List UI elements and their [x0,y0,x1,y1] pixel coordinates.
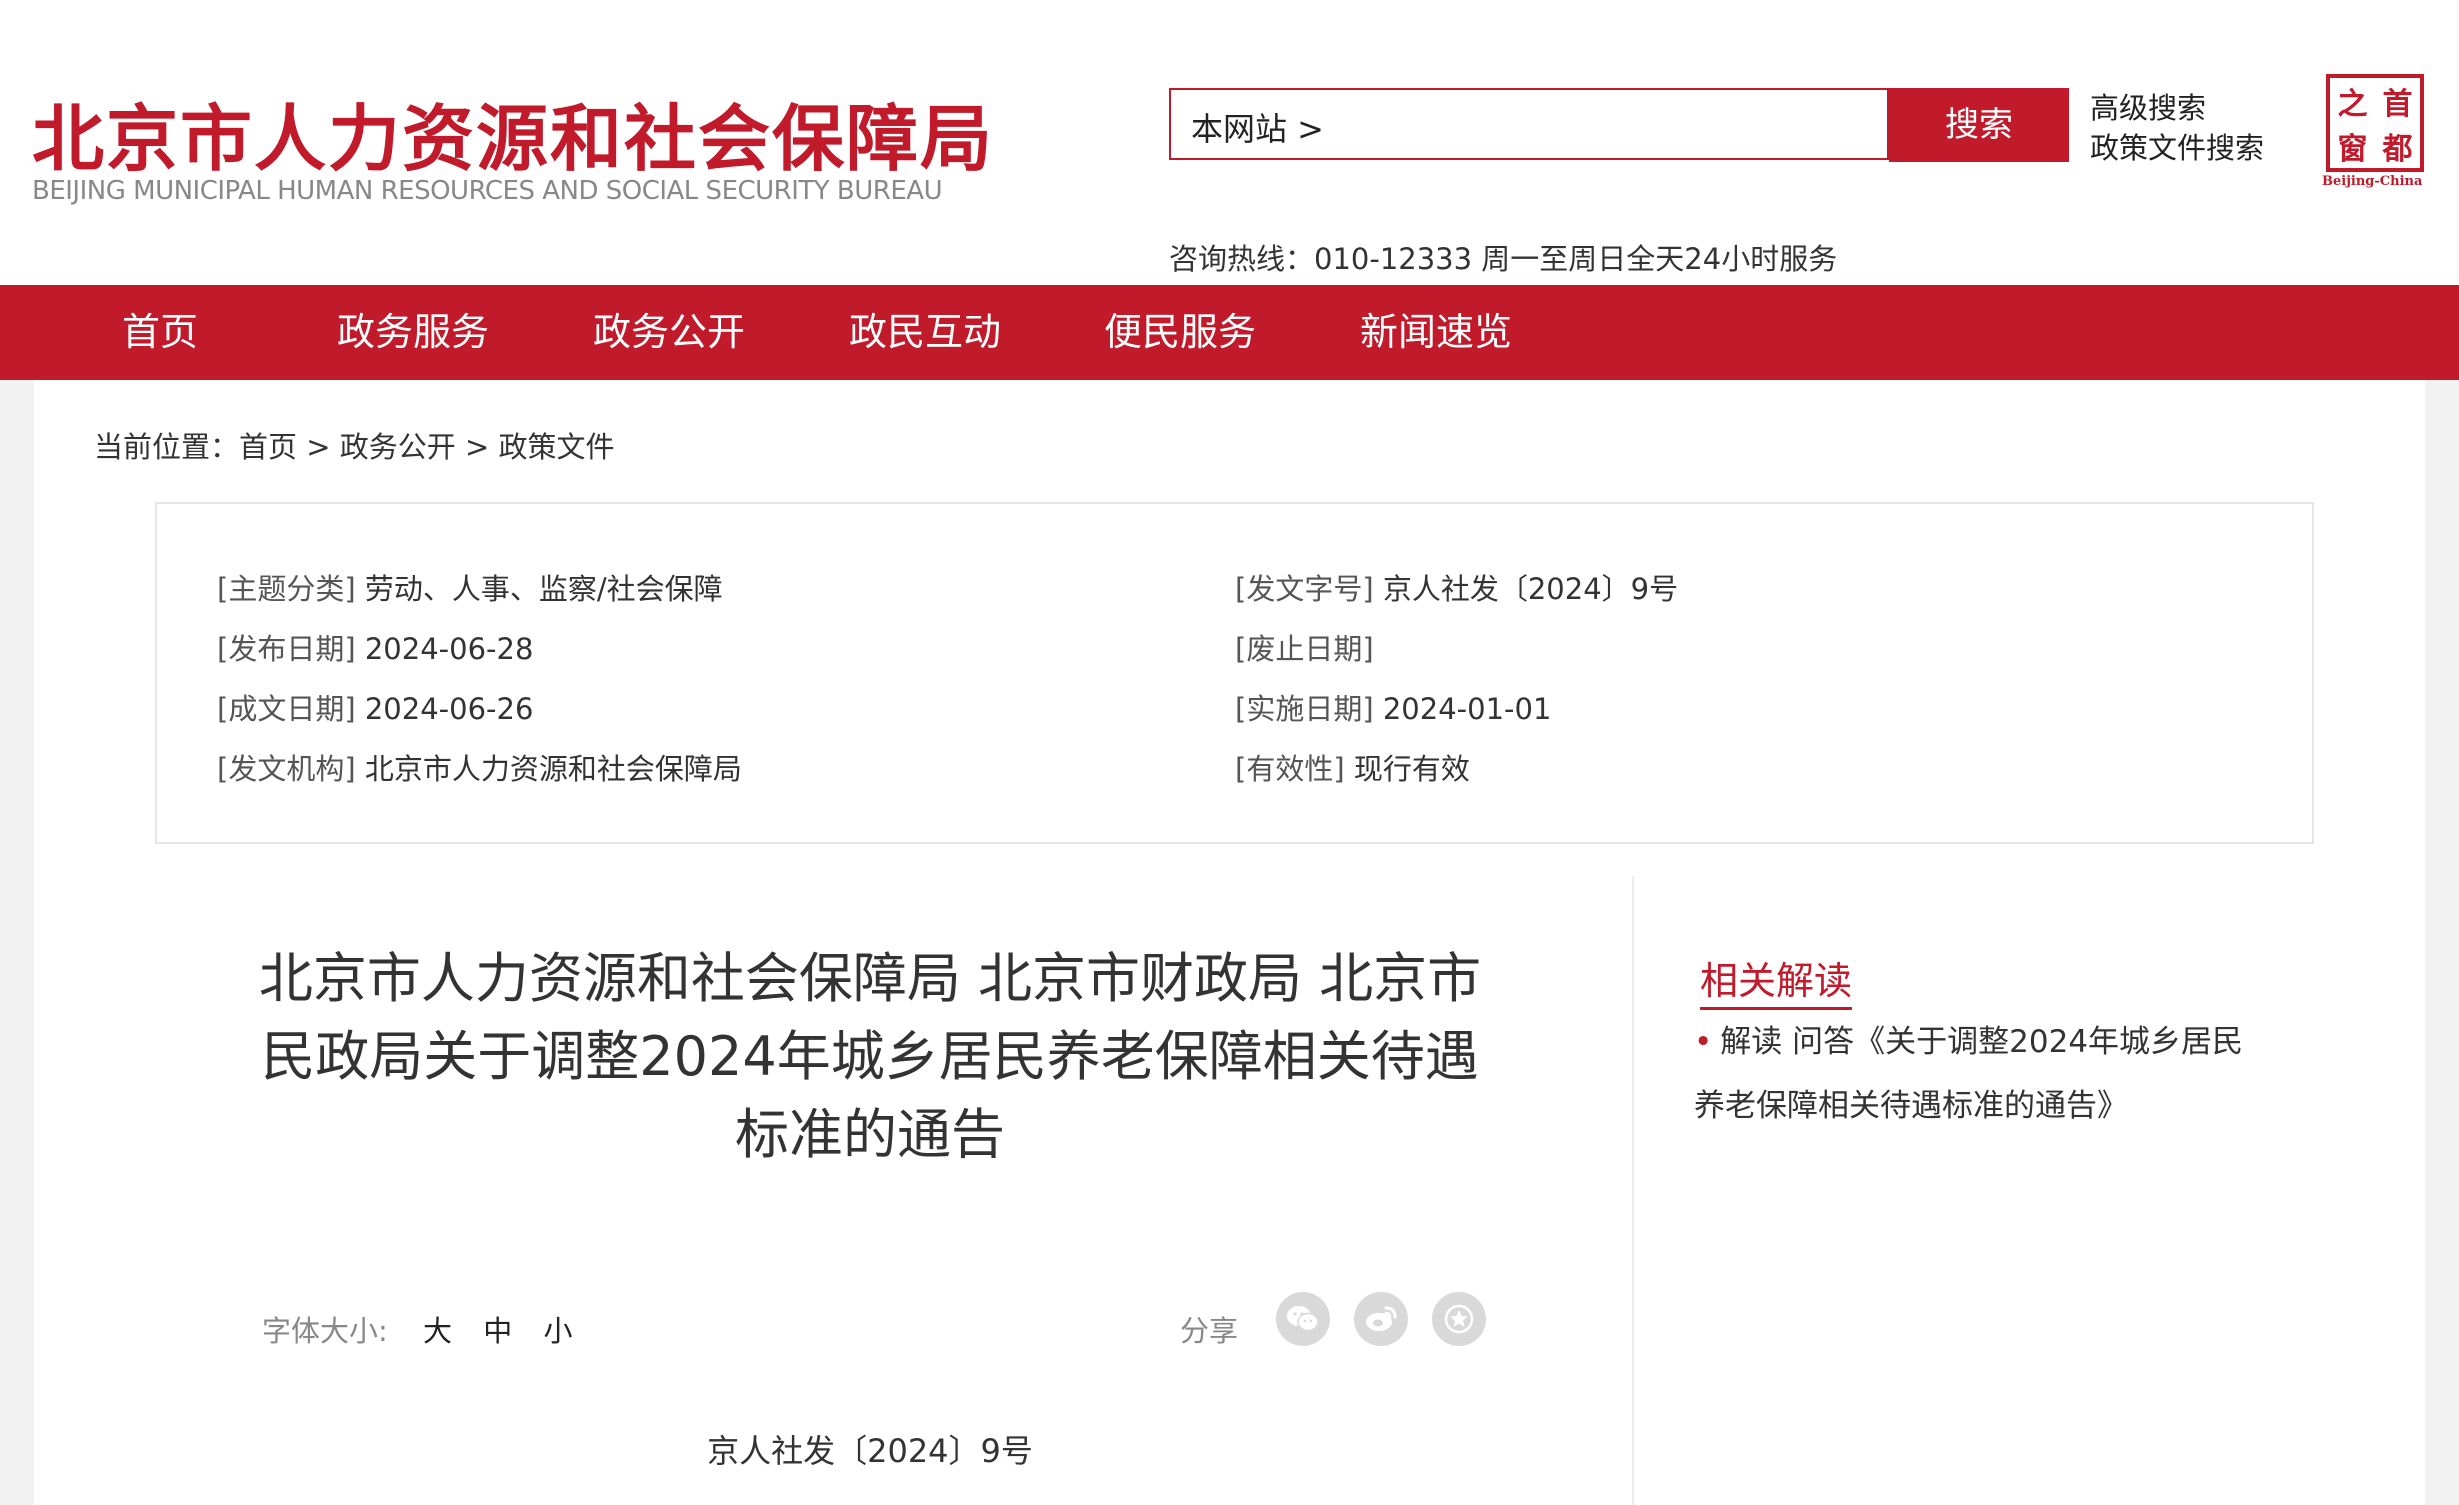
related-readings-title: 相关解读 [1700,950,1853,1010]
meta-value: 2024-06-28 [364,632,534,666]
breadcrumb-home[interactable]: 首页 [239,430,297,464]
meta-value: 劳动、人事、监察/社会保障 [364,572,723,606]
capital-window-logo[interactable]: 之 首 窗 都 [2326,74,2424,172]
wechat-icon[interactable] [1276,1292,1330,1346]
related-item-link[interactable]: 解读 问答《关于调整2024年城乡居民养老保障相关待遇标准的通告》 [1694,1024,2243,1124]
breadcrumb: 当前位置：首页 > 政务公开 > 政策文件 [94,424,615,466]
breadcrumb-separator: > [455,430,499,464]
meta-value: 2024-01-01 [1382,692,1552,726]
font-size-medium-button[interactable]: 中 [483,1314,512,1348]
meta-effective-date: [实施日期] 2024-01-01 [1235,686,1551,728]
site-header: 北京市人力资源和社会保障局 BEIJING MUNICIPAL HUMAN RE… [0,0,2459,285]
meta-value: 2024-06-26 [364,692,534,726]
nav-item-disclosure[interactable]: 政务公开 [593,285,745,380]
font-size-control: 字体大小: 大 中 小 [262,1308,572,1350]
document-title: 北京市人力资源和社会保障局 北京市财政局 北京市 民政局关于调整2024年城乡居… [210,940,1530,1174]
search-button[interactable]: 搜索 [1889,88,2069,162]
meta-abolish-date: [废止日期] [1235,626,1383,668]
main-nav: 首页 政务服务 政务公开 政民互动 便民服务 新闻速览 [0,285,2459,380]
breadcrumb-separator: > [297,430,340,464]
meta-key: [主题分类] [217,572,356,606]
meta-issuer: [发文机构] 北京市人力资源和社会保障局 [217,746,742,788]
logo-char: 都 [2382,131,2413,167]
nav-item-convenience[interactable]: 便民服务 [1104,285,1256,380]
document-metadata: [主题分类] 劳动、人事、监察/社会保障 [发布日期] 2024-06-28 [… [155,502,2314,844]
nav-item-home[interactable]: 首页 [122,285,198,380]
hotline-text: 咨询热线：010-12333 周一至周日全天24小时服务 [1169,242,1838,276]
breadcrumb-disclosure[interactable]: 政务公开 [340,430,456,464]
logo-caption: Beijing-China [2322,174,2423,189]
document-title-line: 标准的通告 [735,1103,1005,1166]
advanced-search-link[interactable]: 高级搜索 [2090,88,2264,128]
favorite-icon[interactable] [1432,1292,1486,1346]
meta-key: [废止日期] [1235,632,1374,666]
nav-item-services[interactable]: 政务服务 [337,285,489,380]
font-size-label: 字体大小: [262,1314,388,1348]
page-margin-right [2425,380,2459,1505]
meta-key: [发布日期] [217,632,356,666]
font-size-large-button[interactable]: 大 [423,1314,452,1348]
meta-key: [发文字号] [1235,572,1374,606]
meta-topic: [主题分类] 劳动、人事、监察/社会保障 [217,566,723,608]
logo-char: 首 [2382,86,2413,122]
meta-publish-date: [发布日期] 2024-06-28 [217,626,533,668]
document-title-line: 民政局关于调整2024年城乡居民养老保障相关待遇 [261,1025,1479,1088]
search-input[interactable]: 本网站 > [1169,88,1889,160]
bullet-icon: • [1694,1024,1713,1060]
logo-char: 之 [2337,86,2368,122]
meta-key: [实施日期] [1235,692,1374,726]
logo-char: 窗 [2337,131,2368,167]
related-item[interactable]: • 解读 问答《关于调整2024年城乡居民养老保障相关待遇标准的通告》 [1694,1010,2254,1138]
breadcrumb-prefix: 当前位置： [94,430,240,464]
meta-value: 京人社发〔2024〕9号 [1382,572,1679,606]
font-size-small-button[interactable]: 小 [543,1314,572,1348]
meta-key: [有效性] [1235,752,1345,786]
meta-key: [成文日期] [217,692,356,726]
meta-value: 现行有效 [1353,752,1470,786]
policy-search-link[interactable]: 政策文件搜索 [2090,128,2264,168]
meta-doc-number: [发文字号] 京人社发〔2024〕9号 [1235,566,1678,608]
document-title-line: 北京市人力资源和社会保障局 北京市财政局 北京市 [258,947,1482,1010]
column-divider [1632,876,1634,1505]
site-title[interactable]: 北京市人力资源和社会保障局 [32,80,994,185]
meta-key: [发文机构] [217,752,356,786]
weibo-icon[interactable] [1354,1292,1408,1346]
nav-item-news[interactable]: 新闻速览 [1360,285,1512,380]
meta-written-date: [成文日期] 2024-06-26 [217,686,533,728]
meta-value: 北京市人力资源和社会保障局 [364,752,742,786]
share-label: 分享 [1180,1314,1239,1348]
search-links: 高级搜索 政策文件搜索 [2090,88,2264,168]
site-subtitle: BEIJING MUNICIPAL HUMAN RESOURCES AND SO… [32,176,943,206]
breadcrumb-policy[interactable]: 政策文件 [499,430,615,464]
page-margin-left [0,380,34,1505]
meta-validity: [有效性] 现行有效 [1235,746,1470,788]
document-number: 京人社发〔2024〕9号 [707,1432,1033,1470]
nav-item-interaction[interactable]: 政民互动 [849,285,1001,380]
search-scope-selector[interactable]: 本网站 > [1191,104,1324,150]
